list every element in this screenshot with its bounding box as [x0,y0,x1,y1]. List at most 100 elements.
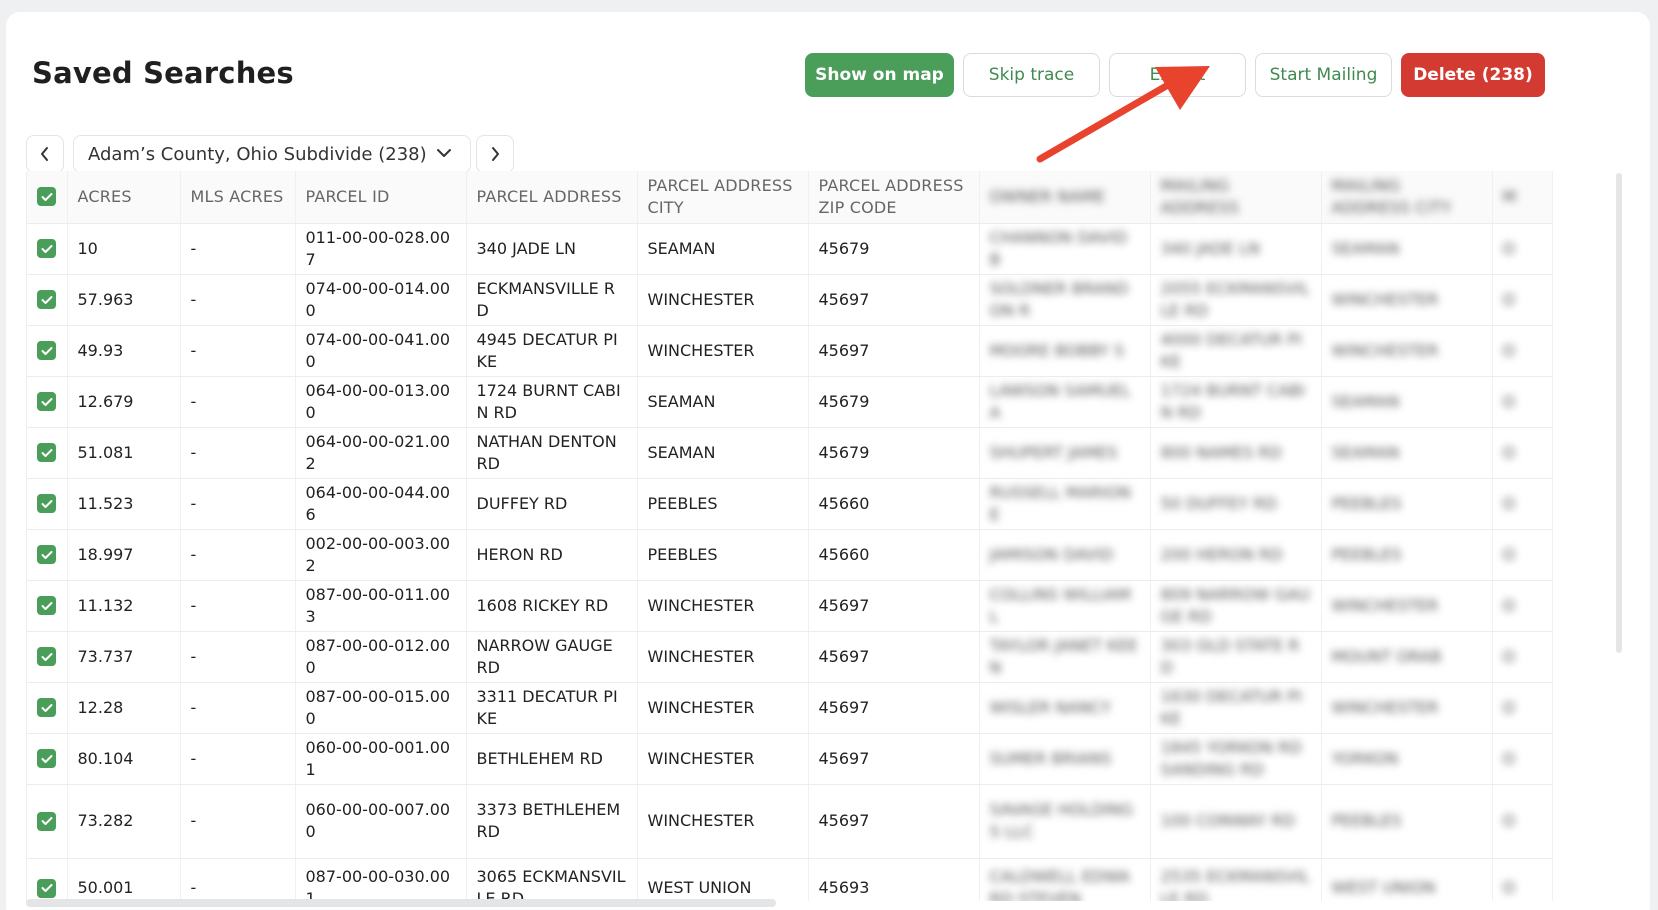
start-mailing-button[interactable]: Start Mailing [1255,53,1392,97]
parcel-id-cell: 074-00-00-014.000 [295,274,467,326]
row-select-cell [27,631,68,683]
row-select-cell [27,478,68,530]
column-header-parcel-address-city[interactable]: PARCEL ADDRESS CITY [637,171,809,224]
parcel-address-cell: 1724 BURNT CABIN RD [466,376,638,428]
skip-trace-button[interactable]: Skip trace [963,53,1100,97]
mailing-city-cell-text: WINCHESTER [1331,289,1439,309]
column-header-owner[interactable]: OWNER NAME [979,171,1151,224]
row-checkbox[interactable] [37,494,56,513]
table-row[interactable]: 73.282-060-00-00-007.000 3373 BETHLEHEM R… [27,784,1553,859]
mailing-extra-cell-text: O [1502,878,1516,897]
parcel-address-cell: HERON RD [466,529,638,581]
row-checkbox[interactable] [37,341,56,360]
row-select-cell [27,274,68,326]
table-row[interactable]: 49.93-074-00-00-041.000 4945 DECATUR PIKE… [27,325,1553,377]
previous-search-button[interactable] [26,135,64,173]
parcel-city-cell: WINCHESTER [637,325,809,377]
row-checkbox[interactable] [37,878,56,898]
column-header-parcel-zip[interactable]: PARCEL ADDRESS ZIP CODE [808,171,980,224]
owner-cell-text: RUSSELL MARION E [989,482,1131,524]
parcel-city-cell: WINCHESTER [637,274,809,326]
mailing-city-cell: PEEBLES [1321,784,1493,859]
owner-cell: MOORE BOBBY S [979,325,1151,377]
column-header-mailing-address[interactable]: MAILING ADDRESS [1150,171,1322,224]
check-icon [41,601,52,610]
row-select-cell [27,858,68,901]
parcel-id-cell: 087-00-00-011.003 [295,580,467,632]
check-icon [41,817,52,825]
mailing-extra-cell: O [1492,733,1553,785]
chevron-right-icon [492,147,499,161]
parcel-id-cell: 002-00-00-003.002 [295,529,467,581]
table-row[interactable]: 12.28-087-00-00-015.000 3311 DECATUR PIKE… [27,682,1553,734]
column-header-parcel-id[interactable]: PARCEL ID [295,171,467,224]
row-checkbox[interactable] [37,443,56,462]
table-row[interactable]: 18.997-002-00-00-003.002 HERON RD PEEBLES 4… [27,529,1553,581]
column-header-acres[interactable]: ACRES [67,171,181,224]
owner-cell-text: WISLER NANCY [989,697,1111,717]
row-checkbox[interactable] [37,290,56,309]
row-checkbox[interactable] [37,596,56,615]
vertical-scrollbar[interactable] [1616,173,1622,653]
column-header-mls-acres[interactable]: MLS ACRES [180,171,296,224]
parcel-zip-cell: 45697 [808,580,980,632]
table-row[interactable]: 11.523-064-00-00-044.006 DUFFEY RD PEEBLES… [27,478,1553,530]
mailing-city-cell-text: WINCHESTER [1331,340,1439,360]
mailing-extra-cell-text: O [1502,340,1516,360]
parcel-address-cell: 4945 DECATUR PIKE [466,325,638,377]
table-row[interactable]: 50.001-087-00-00-030.001 3065 ECKMANSVILL… [27,858,1553,901]
owner-cell-text: MOORE BOBBY S [989,340,1125,360]
mailing-city-cell: WEST UNION [1321,858,1493,901]
table-row[interactable]: 80.104-060-00-00-001.001 BETHLEHEM RD WINC… [27,733,1553,785]
table-row[interactable]: 11.132-087-00-00-011.003 1608 RICKEY RD WI… [27,580,1553,632]
mailing-extra-cell: O [1492,427,1553,479]
next-search-button[interactable] [476,135,514,173]
mailing-city-cell-text: SEAMAN [1331,238,1400,258]
row-checkbox[interactable] [37,749,56,768]
mailing-city-cell-text: WINCHESTER [1331,697,1439,717]
row-checkbox[interactable] [37,392,56,411]
row-checkbox[interactable] [37,239,56,258]
mailing-address-cell-text: 1630 DECATUR PIKE [1160,686,1302,728]
owner-cell: TAYLOR JANET KEEN [979,631,1151,683]
row-checkbox[interactable] [37,545,56,564]
table-row[interactable]: 12.679-064-00-00-013.000 1724 BURNT CABIN… [27,376,1553,428]
parcel-address-cell: BETHLEHEM RD [466,733,638,785]
owner-cell: SOLDNER BRAND ON R [979,274,1151,326]
table-row[interactable]: 57.963-074-00-00-014.000 ECKMANSVILLE RD W… [27,274,1553,326]
parcel-city-cell: PEEBLES [637,529,809,581]
table-row[interactable]: 73.737-087-00-00-012.000 NARROW GAUGE RD W… [27,631,1553,683]
horizontal-scrollbar[interactable] [26,899,776,907]
parcel-city-cell: PEEBLES [637,478,809,530]
table-row[interactable]: 10-011-00-00-028.007 340 JADE LN SEAMAN 456… [27,223,1553,275]
acres-cell: 80.104 [67,733,181,785]
column-header-mailing-extra[interactable]: M [1492,171,1553,224]
parcel-city-cell: SEAMAN [637,376,809,428]
results-table: ACRES MLS ACRES PARCEL ID PARCEL ADDRESS… [27,171,1553,901]
show-on-map-button[interactable]: Show on map [805,53,954,97]
select-all-checkbox[interactable] [37,187,56,207]
mailing-extra-cell: O [1492,529,1553,581]
mailing-city-cell-text: PEEBLES [1331,493,1402,513]
row-select-cell [27,682,68,734]
saved-search-select[interactable]: Adam’s County, Ohio Subdivide (238) [73,135,471,173]
mailing-address-cell-text: 4000 DECATUR PIKE [1160,329,1302,371]
mls-acres-cell: - [180,858,296,901]
owner-cell: WISLER NANCY [979,682,1151,734]
parcel-zip-cell: 45697 [808,274,980,326]
table-row[interactable]: 51.081-064-00-00-021.002 NATHAN DENTON RD… [27,427,1553,479]
mailing-city-cell: SEAMAN [1321,376,1493,428]
row-checkbox[interactable] [37,698,56,717]
column-header-mailing-city[interactable]: MAILING ADDRESS CITY [1321,171,1493,224]
column-header-parcel-address[interactable]: PARCEL ADDRESS [466,171,638,224]
results-table-container[interactable]: ACRES MLS ACRES PARCEL ID PARCEL ADDRESS… [26,171,1626,901]
row-checkbox[interactable] [37,811,56,831]
export-button[interactable]: Export [1109,53,1246,97]
mailing-extra-cell-text: O [1502,493,1516,513]
row-checkbox[interactable] [37,647,56,666]
owner-cell-text: SUMER BRIANS [989,748,1112,768]
mailing-address-cell: 50 DUFFEY RD [1150,478,1322,530]
mailing-address-cell: 340 JADE LN [1150,223,1322,275]
owner-cell-text: TAYLOR JANET KEEN [989,635,1138,677]
delete-button[interactable]: Delete (238) [1401,53,1545,97]
